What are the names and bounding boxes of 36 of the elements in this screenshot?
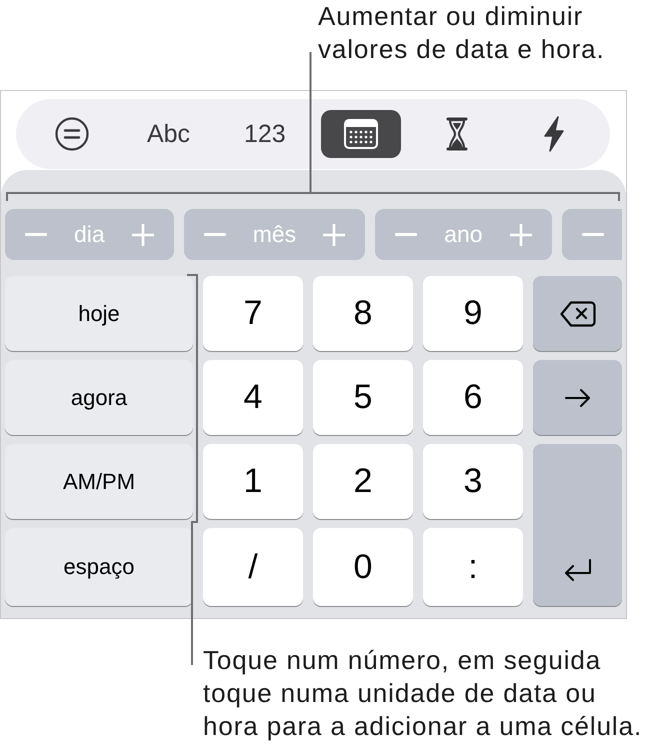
minus-icon xyxy=(395,233,418,236)
toolbar-tab[interactable]: Abc xyxy=(128,110,208,158)
key[interactable]: / xyxy=(203,528,303,606)
key[interactable]: 9 xyxy=(423,276,523,351)
backspace-icon xyxy=(560,300,596,326)
plus-icon xyxy=(323,224,346,246)
toolbar-tab[interactable]: 123 xyxy=(224,110,305,158)
function-key[interactable]: agora xyxy=(5,360,193,435)
function-key[interactable]: espaço xyxy=(5,528,193,606)
function-key[interactable]: AM/PM xyxy=(5,444,193,519)
hourglass-icon xyxy=(446,117,468,151)
key[interactable]: 7 xyxy=(203,276,303,351)
lightning-icon xyxy=(542,116,565,152)
right-arrow-icon xyxy=(564,388,590,408)
key[interactable]: 8 xyxy=(313,276,413,351)
key[interactable]: : xyxy=(423,528,523,606)
key[interactable]: 6 xyxy=(423,360,523,435)
key[interactable]: 0 xyxy=(313,528,413,606)
minus-icon xyxy=(204,233,226,236)
key[interactable]: 4 xyxy=(203,360,303,435)
key[interactable]: 3 xyxy=(423,444,523,519)
minus-icon xyxy=(582,233,604,236)
plus-icon xyxy=(510,224,532,246)
toolbar-tab[interactable] xyxy=(321,110,402,158)
calendar-icon xyxy=(344,119,378,149)
key[interactable]: 1 xyxy=(203,444,303,519)
equals-circle-icon xyxy=(55,117,90,151)
callout-text: Toque num número, em seguida toque numa unidade de data ou hora para a adicionar a uma célula. xyxy=(202,644,644,743)
function-key[interactable]: hoje xyxy=(5,276,193,351)
return-icon xyxy=(564,559,592,581)
plus-icon xyxy=(132,224,154,246)
minus-icon xyxy=(25,233,47,236)
key[interactable]: 5 xyxy=(313,360,413,435)
delete-key[interactable] xyxy=(533,276,622,351)
key[interactable]: 2 xyxy=(313,444,413,519)
callout-text: Aumentar ou diminuir valores de data e hora. xyxy=(317,0,606,66)
